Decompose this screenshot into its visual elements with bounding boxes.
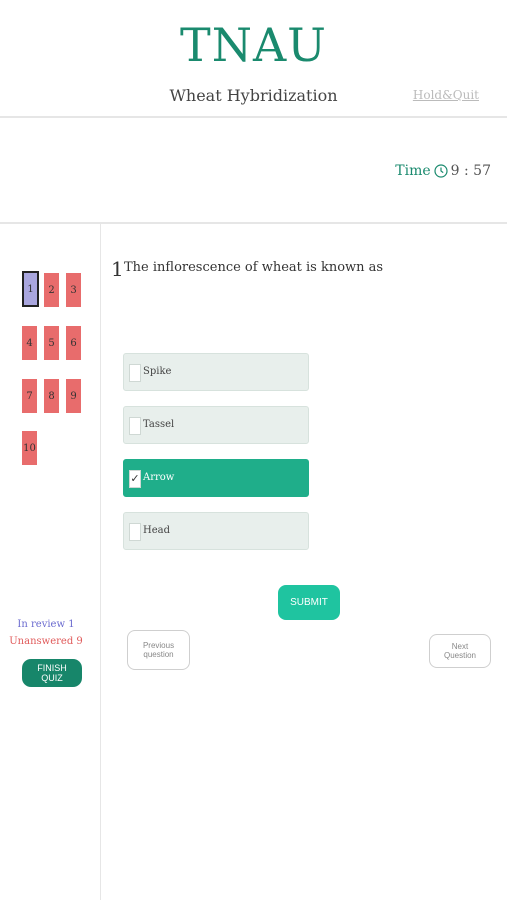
- clock-icon: [434, 164, 448, 178]
- option-spike[interactable]: Spike: [123, 353, 309, 391]
- option-label: Arrow: [143, 472, 175, 483]
- question-navigator: 1 2 3 4 5 6 7 8 9 10 In review 1 Unanswe…: [0, 224, 101, 900]
- timer: Time 9 : 57: [395, 163, 491, 179]
- next-question-button[interactable]: Next Question: [429, 634, 491, 668]
- option-checkbox[interactable]: [129, 364, 141, 382]
- option-checkbox[interactable]: [129, 417, 141, 435]
- question-nav-5[interactable]: 5: [44, 326, 59, 360]
- check-icon[interactable]: ✓: [129, 470, 141, 488]
- unanswered-count: Unanswered 9: [9, 636, 83, 647]
- question-nav-9[interactable]: 9: [66, 379, 81, 413]
- question-nav-3[interactable]: 3: [66, 273, 81, 307]
- finish-quiz-button[interactable]: FINISH QUIZ: [22, 659, 82, 687]
- question-nav-4[interactable]: 4: [22, 326, 37, 360]
- timer-bar: Time 9 : 57: [0, 118, 507, 224]
- brand-title: TNAU: [180, 18, 327, 72]
- timer-label: Time: [395, 163, 431, 179]
- question-nav-1[interactable]: 1: [22, 271, 39, 307]
- option-head[interactable]: Head: [123, 512, 309, 550]
- question-number: 1: [111, 257, 124, 281]
- option-label: Head: [143, 525, 171, 536]
- option-checkbox[interactable]: [129, 523, 141, 541]
- option-arrow[interactable]: ✓ Arrow: [123, 459, 309, 497]
- option-label: Spike: [143, 366, 172, 377]
- question-nav-6[interactable]: 6: [66, 326, 81, 360]
- previous-question-button[interactable]: Previous question: [127, 630, 190, 670]
- question-nav-10[interactable]: 10: [22, 431, 37, 465]
- option-label: Tassel: [143, 419, 175, 430]
- in-review-count: In review 1: [17, 619, 75, 630]
- submit-button[interactable]: SUBMIT: [278, 585, 340, 620]
- hold-quit-link[interactable]: Hold&Quit: [413, 88, 479, 102]
- question-nav-2[interactable]: 2: [44, 273, 59, 307]
- option-tassel[interactable]: Tassel: [123, 406, 309, 444]
- app-header: TNAU Wheat Hybridization Hold&Quit: [0, 0, 507, 118]
- question-text: The inflorescence of wheat is known as: [124, 260, 384, 275]
- question-nav-7[interactable]: 7: [22, 379, 37, 413]
- question-nav-8[interactable]: 8: [44, 379, 59, 413]
- timer-value: 9 : 57: [450, 163, 491, 179]
